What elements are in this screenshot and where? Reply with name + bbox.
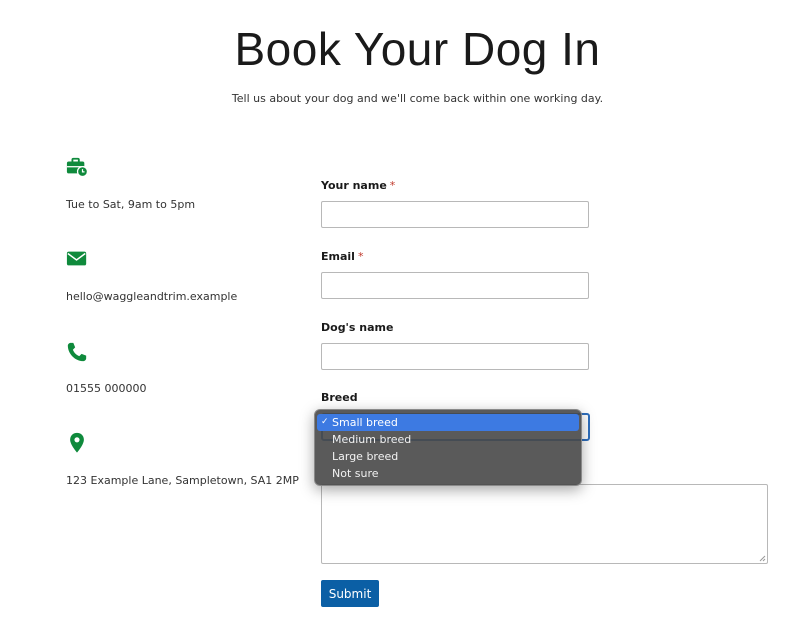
hours-text: Tue to Sat, 9am to 5pm: [66, 198, 196, 211]
page-subtitle: Tell us about your dog and we'll come ba…: [231, 92, 604, 105]
required-marker: *: [357, 250, 364, 263]
dropdown-option-not-sure[interactable]: Not sure: [317, 465, 579, 482]
dropdown-option-large[interactable]: Large breed: [317, 448, 579, 465]
briefcase-clock-icon: [66, 156, 88, 178]
envelope-icon: [66, 249, 88, 269]
address-text: 123 Example Lane, Sampletown, SA1 2MP: [66, 474, 299, 487]
phone-icon: [66, 341, 88, 363]
dropdown-option-label: Large breed: [332, 450, 399, 463]
message-textarea[interactable]: [321, 484, 768, 564]
required-marker: *: [389, 179, 396, 192]
dropdown-option-medium[interactable]: Medium breed: [317, 431, 579, 448]
name-label-text: Your name: [321, 179, 387, 192]
name-label: Your name *: [321, 179, 395, 192]
email-label-text: Email: [321, 250, 355, 263]
dropdown-option-label: Medium breed: [332, 433, 412, 446]
dropdown-option-label: Small breed: [332, 416, 398, 429]
dog-name-label: Dog's name: [321, 321, 394, 334]
checkmark-icon: ✓: [321, 417, 329, 427]
map-pin-icon: [66, 432, 88, 454]
dropdown-option-small[interactable]: ✓ Small breed: [317, 414, 579, 431]
dropdown-option-label: Not sure: [332, 467, 379, 480]
breed-dropdown-menu: ✓ Small breed Medium breed Large breed N…: [314, 409, 582, 486]
submit-button[interactable]: Submit: [321, 580, 379, 607]
resize-grip-icon[interactable]: [758, 554, 766, 562]
page-title: Book Your Dog In: [234, 23, 601, 75]
dog-name-input[interactable]: [321, 343, 589, 370]
email-input[interactable]: [321, 272, 589, 299]
phone-text: 01555 000000: [66, 382, 147, 395]
email-text: hello@waggleandtrim.example: [66, 290, 238, 303]
email-label: Email *: [321, 250, 363, 263]
name-input[interactable]: [321, 201, 589, 228]
breed-label: Breed: [321, 391, 358, 404]
